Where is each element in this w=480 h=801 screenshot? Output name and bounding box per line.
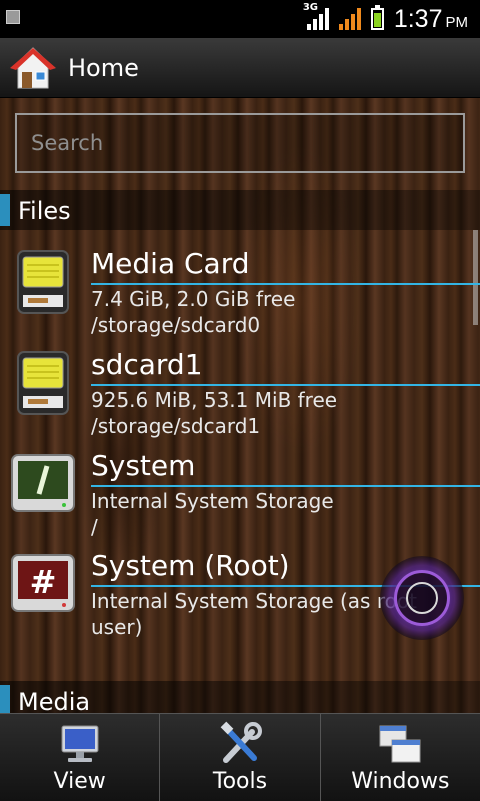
root-terminal-icon: # <box>11 554 75 612</box>
tools-icon <box>220 721 262 763</box>
section-accent <box>0 194 10 226</box>
item-divider <box>91 283 480 285</box>
page-title: Home <box>68 54 139 82</box>
section-header-files: Files <box>0 190 480 230</box>
item-divider <box>91 485 480 487</box>
item-title: sdcard1 <box>91 348 203 381</box>
item-path: /storage/sdcard0 <box>91 313 261 337</box>
tab-label: View <box>53 769 106 794</box>
item-detail: Internal System Storage (as root <box>91 589 417 613</box>
gallery-notification-icon <box>6 10 20 24</box>
home-icon[interactable] <box>10 46 56 90</box>
item-title: Media Card <box>91 247 250 280</box>
search-box[interactable] <box>15 113 465 173</box>
status-clock: 1:37 PM <box>393 4 468 33</box>
monitor-icon <box>61 725 99 762</box>
signal-strength-icon <box>338 8 361 30</box>
status-icons: 3G 1:37 PM <box>303 0 468 38</box>
item-path: /storage/sdcard1 <box>91 414 261 438</box>
sd-card-icon <box>17 351 69 415</box>
item-detail: 7.4 GiB, 2.0 GiB free <box>91 287 296 311</box>
section-label: Files <box>18 197 71 225</box>
item-title: System (Root) <box>91 549 290 582</box>
view-button[interactable]: View <box>0 714 161 801</box>
item-detail: 925.6 MiB, 53.1 MiB free <box>91 388 338 412</box>
list-item[interactable]: sdcard1 925.6 MiB, 53.1 MiB free /storag… <box>0 346 480 446</box>
item-path: / <box>91 515 98 539</box>
list-item[interactable]: System Internal System Storage / <box>0 447 480 547</box>
sd-card-icon <box>17 250 69 314</box>
signal-3g-icon: 3G <box>303 2 329 30</box>
network-type-label: 3G <box>302 2 318 13</box>
svg-text:#: # <box>30 563 57 601</box>
item-detail: Internal System Storage <box>91 489 334 513</box>
tab-label: Windows <box>351 769 450 794</box>
tab-label: Tools <box>212 769 268 794</box>
bottom-action-bar: View Tools Windows <box>0 713 480 801</box>
windows-button[interactable]: Windows <box>321 714 480 801</box>
section-label: Media <box>18 688 91 716</box>
system-terminal-icon <box>11 454 75 512</box>
title-bar: Home <box>0 38 480 98</box>
status-bar: 3G 1:37 PM <box>0 0 480 38</box>
tools-button[interactable]: Tools <box>160 714 321 801</box>
fab-center-icon <box>406 582 438 614</box>
item-divider <box>91 384 480 386</box>
item-path: user) <box>91 615 143 639</box>
floating-action-button[interactable] <box>380 556 464 640</box>
battery-icon <box>370 5 384 30</box>
search-input[interactable] <box>17 115 463 171</box>
item-title: System <box>91 449 196 482</box>
list-item[interactable]: Media Card 7.4 GiB, 2.0 GiB free /storag… <box>0 245 480 345</box>
windows-icon <box>379 725 421 763</box>
